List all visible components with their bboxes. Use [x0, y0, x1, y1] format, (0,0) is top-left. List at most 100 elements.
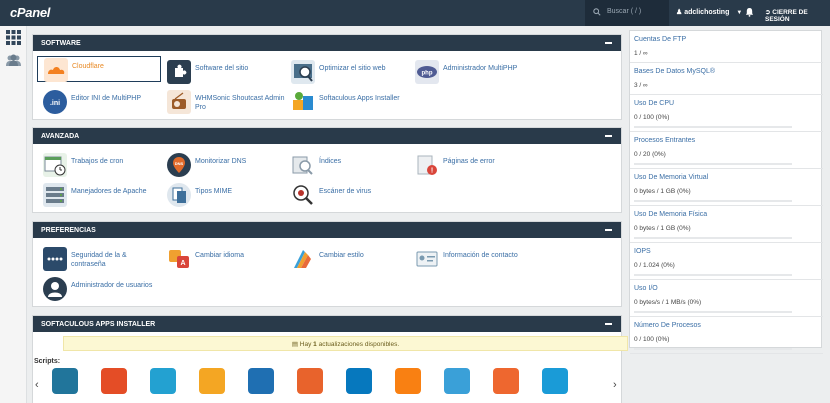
softaculous-header[interactable]: SOFTACULOUS APPS INSTALLER: [33, 316, 621, 332]
top-bar: cPanel Buscar ( / ) ♟ adclichosting ▼ ➲ …: [0, 0, 830, 26]
item-label: Editor INI de MultiPHP: [71, 95, 142, 102]
user-menu[interactable]: ♟ adclichosting ▼: [676, 8, 742, 16]
kangaroo-icon[interactable]: [297, 368, 323, 394]
stats-sidebar: Cuentas De FTP 1 / ∞ Bases De Datos MySQL®…: [629, 30, 823, 354]
item-cloudflare[interactable]: Cloudflare: [37, 56, 161, 82]
carousel-next-icon[interactable]: ›: [613, 379, 617, 391]
softaculous-icon: [291, 90, 315, 114]
item-label: Optimizar el sitio web: [319, 65, 386, 72]
left-rail: [0, 26, 27, 403]
updates-notice[interactable]: ▤ Hay 1 actualizaciones disponibles.: [63, 336, 628, 351]
scripts-label: Scripts:: [34, 358, 61, 365]
optimize-icon: [291, 60, 315, 84]
item-apache-handlers[interactable]: Manejadores de Apache: [37, 182, 161, 208]
collapse-icon[interactable]: [605, 135, 612, 137]
item-softaculous[interactable]: Softaculous Apps Installer: [285, 89, 435, 115]
stat-value: 3 / ∞: [634, 82, 648, 89]
item-style[interactable]: Cambiar estilo: [285, 246, 409, 272]
stat-title[interactable]: Número De Procesos: [634, 322, 701, 329]
item-label: Administrador de usuarios: [71, 282, 153, 289]
stat-value: 0 / 1.024 (0%): [634, 262, 675, 269]
parrot-icon[interactable]: [542, 368, 568, 394]
language-icon: A: [167, 247, 191, 271]
item-virus-scanner[interactable]: Escáner de virus: [285, 182, 409, 208]
item-dns-monitor[interactable]: DNS Monitorizar DNS: [161, 152, 285, 178]
stat-progress-bar: [634, 274, 792, 276]
search-input[interactable]: Buscar ( / ): [607, 8, 641, 15]
stat-title[interactable]: Uso I/O: [634, 285, 658, 292]
preferencias-header[interactable]: PREFERENCIAS: [33, 222, 621, 238]
notice-icon: ▤: [291, 341, 298, 348]
contact-icon: [415, 247, 439, 271]
stat-value: 1 / ∞: [634, 50, 648, 57]
stat-title[interactable]: Uso De CPU: [634, 100, 674, 107]
error-pages-icon: !: [415, 153, 439, 177]
cpanel-logo[interactable]: cPanel: [10, 5, 50, 20]
item-label: Software del sitio: [195, 65, 249, 72]
stat-title[interactable]: Procesos Entrantes: [634, 137, 695, 144]
users-icon[interactable]: [5, 53, 22, 68]
stat-title[interactable]: IOPS: [634, 248, 651, 255]
joomla-icon[interactable]: [101, 368, 127, 394]
stat-title[interactable]: Uso De Memoria Física: [634, 211, 707, 218]
stat-progress-bar: [634, 200, 792, 202]
avanzada-header[interactable]: AVANZADA: [33, 128, 621, 144]
stat-title[interactable]: Cuentas De FTP: [634, 36, 686, 43]
item-multiphp-manager[interactable]: php Administrador MultiPHP: [409, 59, 559, 85]
collapse-icon[interactable]: [605, 323, 612, 325]
drupal-icon[interactable]: [346, 368, 372, 394]
item-label: Información de contacto: [443, 252, 518, 259]
php-icon: php: [415, 60, 439, 84]
indices-icon: [291, 153, 315, 177]
item-language[interactable]: A Cambiar idioma: [161, 246, 285, 272]
cloudflare-icon: [44, 58, 68, 82]
dns-icon: DNS: [167, 153, 191, 177]
item-label: Cloudflare: [72, 63, 104, 70]
item-multiphp-ini[interactable]: .ini Editor INI de MultiPHP: [37, 89, 161, 115]
d-logo-icon[interactable]: [248, 368, 274, 394]
moodle-icon[interactable]: [395, 368, 421, 394]
item-label: Cambiar idioma: [195, 252, 245, 259]
software-header[interactable]: SOFTWARE: [33, 35, 621, 51]
item-label: Administrador MultiPHP: [443, 65, 518, 72]
item-label: Trabajos de cron: [71, 158, 124, 165]
item-password[interactable]: Seguridad de la & contraseña: [37, 246, 161, 272]
item-indices[interactable]: Índices: [285, 152, 409, 178]
pinwheel-icon[interactable]: [199, 368, 225, 394]
stat-row: Procesos Entrantes 0 / 20 (0%): [630, 132, 823, 169]
stat-title[interactable]: Bases De Datos MySQL®: [634, 68, 715, 75]
carousel-prev-icon[interactable]: ‹: [35, 379, 39, 391]
logout-button[interactable]: ➲ CIERRE DE SESIÓN: [765, 8, 830, 23]
item-whmsonic[interactable]: WHMSonic Shoutcast Admin Pro: [161, 89, 285, 115]
item-label: Monitorizar DNS: [195, 158, 247, 165]
chat-icon[interactable]: [444, 368, 470, 394]
item-mime-types[interactable]: Tipos MIME: [161, 182, 285, 208]
radio-icon: [167, 90, 191, 114]
softaculous-panel: SOFTACULOUS APPS INSTALLER ▤ Hay 1 actua…: [32, 315, 628, 403]
item-cron[interactable]: Trabajos de cron: [37, 152, 161, 178]
caret-down-icon: ▼: [736, 10, 743, 16]
stat-progress-bar: [634, 348, 792, 350]
collapse-icon[interactable]: [605, 42, 612, 44]
item-error-pages[interactable]: ! Páginas de error: [409, 152, 533, 178]
grid-icon[interactable]: [6, 30, 21, 45]
search-box[interactable]: Buscar ( / ): [585, 0, 669, 26]
username-label: adclichosting: [684, 9, 730, 16]
bell-icon[interactable]: [745, 7, 754, 17]
opencart-icon[interactable]: [150, 368, 176, 394]
item-contact-info[interactable]: Información de contacto: [409, 246, 559, 272]
item-site-software[interactable]: Software del sitio: [161, 59, 285, 85]
svg-text:php: php: [422, 71, 433, 77]
magento-icon[interactable]: [493, 368, 519, 394]
apache-icon: [43, 183, 67, 207]
virus-scanner-icon: [291, 183, 315, 207]
wordpress-icon[interactable]: [52, 368, 78, 394]
stat-value: 0 / 20 (0%): [634, 151, 666, 158]
item-optimize[interactable]: Optimizar el sitio web: [285, 59, 409, 85]
collapse-icon[interactable]: [605, 229, 612, 231]
notice-count: 1: [313, 341, 317, 348]
mime-icon: [167, 183, 191, 207]
item-label: Cambiar estilo: [319, 252, 364, 259]
item-user-manager[interactable]: Administrador de usuarios: [37, 276, 187, 302]
stat-title[interactable]: Uso De Memoria Virtual: [634, 174, 708, 181]
